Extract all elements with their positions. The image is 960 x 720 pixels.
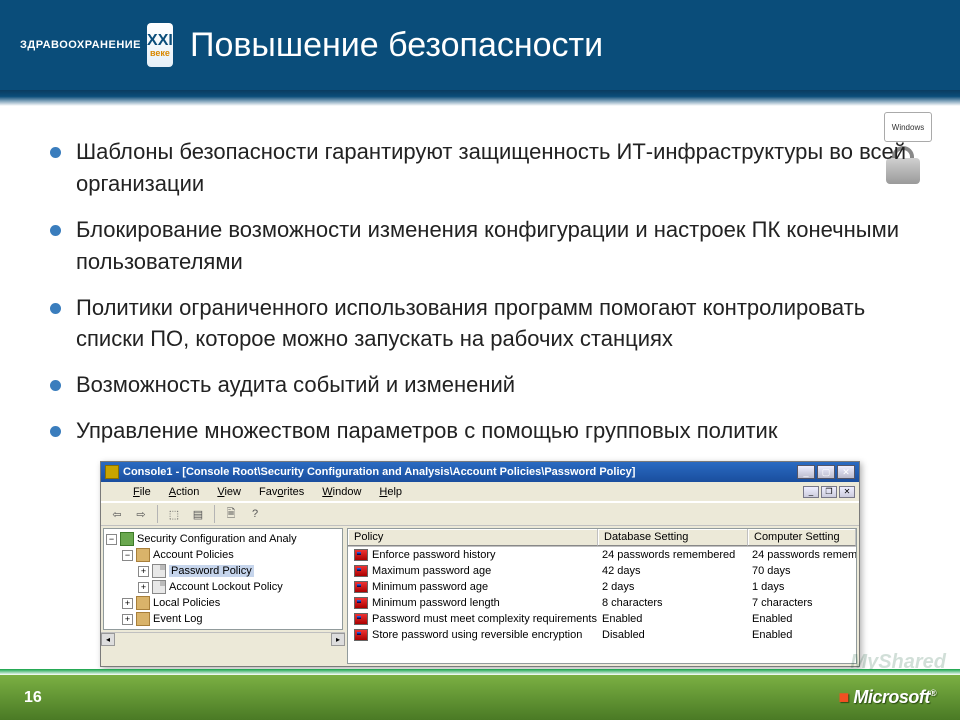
mmc-console: Console1 - [Console Root\Security Config… bbox=[100, 461, 860, 667]
slide-number: 16 bbox=[24, 689, 42, 707]
header-divider bbox=[0, 90, 960, 106]
bullet-item: Управление множеством параметров с помощ… bbox=[50, 415, 910, 447]
slide-title: Повышение безопасности bbox=[190, 26, 603, 65]
computer-setting: 70 days bbox=[748, 565, 856, 577]
tree-local-policies[interactable]: Local Policies bbox=[153, 597, 220, 609]
col-computer[interactable]: Computer Setting bbox=[748, 529, 856, 546]
policy-row-icon bbox=[354, 629, 368, 641]
help-button[interactable]: ? bbox=[245, 504, 265, 524]
computer-setting: Enabled bbox=[748, 629, 856, 641]
tree-account-policies[interactable]: Account Policies bbox=[153, 549, 234, 561]
table-row[interactable]: Store password using reversible encrypti… bbox=[348, 627, 856, 643]
menu-window[interactable]: Window bbox=[314, 484, 369, 500]
policy-name: Password must meet complexity requiremen… bbox=[372, 613, 597, 625]
policy-name: Maximum password age bbox=[372, 565, 491, 577]
table-row[interactable]: Minimum password age 2 days1 days bbox=[348, 579, 856, 595]
root-icon bbox=[120, 532, 134, 546]
db-setting: 2 days bbox=[598, 581, 748, 593]
forward-button[interactable]: ⇨ bbox=[131, 504, 151, 524]
expand-icon[interactable]: + bbox=[122, 614, 133, 625]
maximize-button[interactable]: ▢ bbox=[817, 465, 835, 479]
tree-lockout-policy[interactable]: Account Lockout Policy bbox=[169, 581, 283, 593]
computer-setting: 7 characters bbox=[748, 597, 856, 609]
bullet-item: Возможность аудита событий и изменений bbox=[50, 369, 910, 401]
brand-badge: XXI веке bbox=[147, 23, 173, 67]
doc-restore-button[interactable]: ❐ bbox=[821, 486, 837, 498]
brand-logo: ЗДРАВООХРАНЕНИЕ XXI веке bbox=[20, 23, 170, 67]
db-setting: Disabled bbox=[598, 629, 748, 641]
db-setting: Enabled bbox=[598, 613, 748, 625]
export-button[interactable]: 🗎 bbox=[221, 504, 241, 524]
folder-icon bbox=[136, 596, 150, 610]
bullet-item: Политики ограниченного использования про… bbox=[50, 292, 910, 356]
tree-pane[interactable]: −Security Configuration and Analy −Accou… bbox=[103, 528, 343, 630]
menu-action[interactable]: Action bbox=[161, 484, 208, 500]
slide-header: ЗДРАВООХРАНЕНИЕ XXI веке Повышение безоп… bbox=[0, 0, 960, 90]
collapse-icon[interactable]: − bbox=[106, 534, 117, 545]
folder-icon bbox=[136, 548, 150, 562]
menu-help[interactable]: Help bbox=[371, 484, 410, 500]
tree-root[interactable]: Security Configuration and Analy bbox=[137, 533, 297, 545]
table-row[interactable]: Minimum password length 8 characters7 cha… bbox=[348, 595, 856, 611]
policy-name: Minimum password age bbox=[372, 581, 488, 593]
policy-row-icon bbox=[354, 597, 368, 609]
policy-row-icon bbox=[354, 613, 368, 625]
app-icon bbox=[105, 465, 119, 479]
policy-icon bbox=[152, 564, 166, 578]
menubar: File Action View Favorites Window Help _… bbox=[101, 482, 859, 502]
bullet-item: Блокирование возможности изменения конфи… bbox=[50, 214, 910, 278]
toolbar: ⇦ ⇨ ⬚ ▤ 🗎 ? bbox=[101, 502, 859, 526]
policy-icon bbox=[152, 580, 166, 594]
db-setting: 8 characters bbox=[598, 597, 748, 609]
computer-setting: 1 days bbox=[748, 581, 856, 593]
expand-icon[interactable]: + bbox=[138, 566, 149, 577]
computer-setting: Enabled bbox=[748, 613, 856, 625]
close-button[interactable]: ✕ bbox=[837, 465, 855, 479]
policy-row-icon bbox=[354, 581, 368, 593]
col-database[interactable]: Database Setting bbox=[598, 529, 748, 546]
table-row[interactable]: Password must meet complexity requiremen… bbox=[348, 611, 856, 627]
col-policy[interactable]: Policy bbox=[348, 529, 598, 546]
folder-icon bbox=[136, 612, 150, 626]
window-title: Console1 - [Console Root\Security Config… bbox=[123, 466, 793, 478]
back-button[interactable]: ⇦ bbox=[107, 504, 127, 524]
policy-row-icon bbox=[354, 549, 368, 561]
policy-row-icon bbox=[354, 565, 368, 577]
microsoft-logo: ■ Microsoft® bbox=[838, 687, 936, 708]
collapse-icon[interactable]: − bbox=[122, 550, 133, 561]
scroll-right-icon[interactable]: ▸ bbox=[331, 633, 345, 646]
computer-setting: 24 passwords remembered bbox=[748, 549, 856, 561]
doc-minimize-button[interactable]: _ bbox=[803, 486, 819, 498]
menu-file[interactable]: File bbox=[125, 484, 159, 500]
table-row[interactable]: Maximum password age 42 days70 days bbox=[348, 563, 856, 579]
table-row[interactable]: Enforce password history 24 passwords rem… bbox=[348, 547, 856, 563]
menu-favorites[interactable]: Favorites bbox=[251, 484, 312, 500]
menu-view[interactable]: View bbox=[209, 484, 249, 500]
doc-close-button[interactable]: ✕ bbox=[839, 486, 855, 498]
bullet-list: Шаблоны безопасности гарантируют защищен… bbox=[50, 136, 910, 447]
policy-name: Enforce password history bbox=[372, 549, 496, 561]
brand-text: ЗДРАВООХРАНЕНИЕ bbox=[20, 39, 141, 51]
policy-name: Minimum password length bbox=[372, 597, 500, 609]
list-view-button[interactable]: ▤ bbox=[188, 504, 208, 524]
expand-icon[interactable]: + bbox=[122, 598, 133, 609]
list-pane[interactable]: Policy Database Setting Computer Setting… bbox=[347, 528, 857, 664]
db-setting: 24 passwords remembered bbox=[598, 549, 748, 561]
horizontal-scrollbar[interactable]: ◂▸ bbox=[101, 632, 345, 646]
bullet-item: Шаблоны безопасности гарантируют защищен… bbox=[50, 136, 910, 200]
window-titlebar[interactable]: Console1 - [Console Root\Security Config… bbox=[101, 462, 859, 482]
db-setting: 42 days bbox=[598, 565, 748, 577]
scroll-left-icon[interactable]: ◂ bbox=[101, 633, 115, 646]
tree-event-log[interactable]: Event Log bbox=[153, 613, 203, 625]
tree-password-policy[interactable]: Password Policy bbox=[169, 565, 254, 577]
up-button[interactable]: ⬚ bbox=[164, 504, 184, 524]
policy-name: Store password using reversible encrypti… bbox=[372, 629, 582, 641]
slide-footer: 16 ■ Microsoft® bbox=[0, 675, 960, 720]
list-header: Policy Database Setting Computer Setting bbox=[348, 529, 856, 547]
expand-icon[interactable]: + bbox=[138, 582, 149, 593]
minimize-button[interactable]: _ bbox=[797, 465, 815, 479]
